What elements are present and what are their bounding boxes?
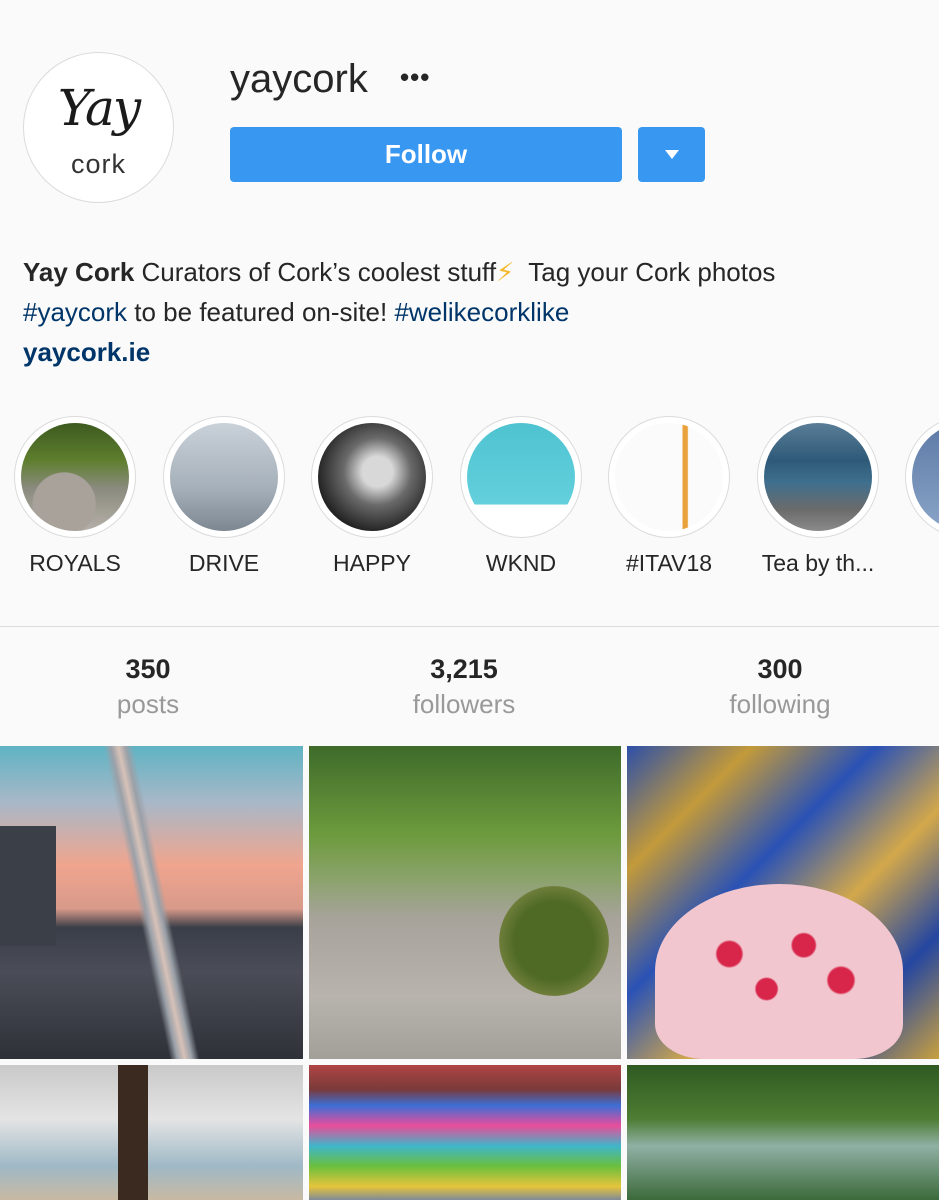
highlight-thumbnail	[318, 423, 426, 531]
more-options-icon[interactable]: •••	[400, 64, 430, 90]
website-link[interactable]: yaycork.ie	[23, 337, 150, 367]
highlight-ring	[460, 416, 582, 538]
highlight-thumbnail	[615, 423, 723, 531]
highlight-label: ROYALS	[29, 550, 121, 576]
stat-posts: 350 posts	[48, 652, 248, 722]
logo-text-cork: cork	[70, 149, 126, 179]
post-tile[interactable]	[0, 746, 303, 1059]
post-tile[interactable]	[627, 1065, 939, 1200]
lightning-icon: ⚡	[496, 257, 515, 287]
followers-count: 3,215	[430, 654, 498, 684]
logo-text-yay: Yay	[57, 79, 141, 137]
highlight-wknd[interactable]: WKND	[446, 416, 596, 577]
post-tile[interactable]	[0, 1065, 303, 1200]
highlight-sn[interactable]: SN	[891, 416, 939, 577]
hashtag-link[interactable]: #yaycork	[23, 297, 127, 327]
bio-line-2: #yaycork to be featured on-site! #welike…	[23, 292, 923, 332]
following-count: 300	[757, 654, 803, 684]
caret-down-icon	[664, 150, 679, 159]
following-label: following	[729, 689, 831, 719]
highlight-label: SN	[891, 550, 939, 577]
highlight-label: HAPPY	[333, 550, 411, 576]
highlight-thumbnail	[764, 423, 872, 531]
posts-count: 350	[125, 654, 171, 684]
highlight-happy[interactable]: HAPPY	[297, 416, 447, 577]
post-tile[interactable]	[309, 1065, 621, 1200]
highlight-thumbnail	[912, 423, 939, 531]
stat-following[interactable]: 300 following	[680, 652, 880, 722]
highlight-label: WKND	[485, 550, 557, 576]
highlight-royals[interactable]: ROYALS	[0, 416, 150, 577]
highlight-ring	[905, 416, 939, 538]
highlight-ring	[757, 416, 879, 538]
highlight-ring	[608, 416, 730, 538]
stat-followers[interactable]: 3,215 followers	[364, 652, 564, 722]
bio-line-1: Yay Cork Curators of Cork’s coolest stuf…	[23, 252, 923, 292]
post-tile[interactable]	[627, 746, 939, 1059]
cake-shape	[655, 884, 903, 1059]
followers-label: followers	[412, 689, 516, 719]
bio-text: Curators of Cork’s coolest stuff	[134, 257, 497, 287]
bio-text: to be featured on-site!	[127, 297, 395, 327]
highlight-ring	[163, 416, 285, 538]
profile-username: yaycork	[230, 57, 368, 101]
bio-text: Tag your Cork photos	[514, 257, 776, 287]
highlight-thumbnail	[21, 423, 129, 531]
highlight-thumbnail	[467, 423, 575, 531]
highlight-thumbnail	[170, 423, 278, 531]
highlight-itav18[interactable]: #ITAV18	[594, 416, 744, 577]
window-frame	[118, 1065, 148, 1200]
highlight-ring	[14, 416, 136, 538]
hashtag-link[interactable]: #welikecorklike	[394, 297, 569, 327]
highlight-ring	[311, 416, 433, 538]
bio-display-name: Yay Cork	[23, 257, 135, 287]
highlight-drive[interactable]: DRIVE	[149, 416, 299, 577]
bio-line-3: yaycork.ie	[23, 332, 923, 372]
building-shape	[0, 826, 56, 946]
posts-label: posts	[116, 689, 180, 719]
follow-button[interactable]: Follow	[230, 127, 622, 182]
profile-avatar[interactable]: Yay cork	[23, 52, 174, 203]
highlight-label: DRIVE	[188, 550, 260, 576]
highlight-tea[interactable]: Tea by th...	[743, 416, 893, 577]
highlight-label: Tea by th...	[761, 550, 875, 576]
story-highlights: ROYALS DRIVE HAPPY WKND #ITAV18 Tea by t…	[0, 416, 939, 596]
highlight-label: #ITAV18	[625, 550, 713, 576]
section-divider	[0, 626, 939, 627]
suggested-accounts-dropdown-button[interactable]	[638, 127, 705, 182]
post-tile[interactable]	[309, 746, 621, 1059]
profile-bio: Yay Cork Curators of Cork’s coolest stuf…	[23, 252, 923, 372]
moss-shape	[499, 886, 609, 996]
